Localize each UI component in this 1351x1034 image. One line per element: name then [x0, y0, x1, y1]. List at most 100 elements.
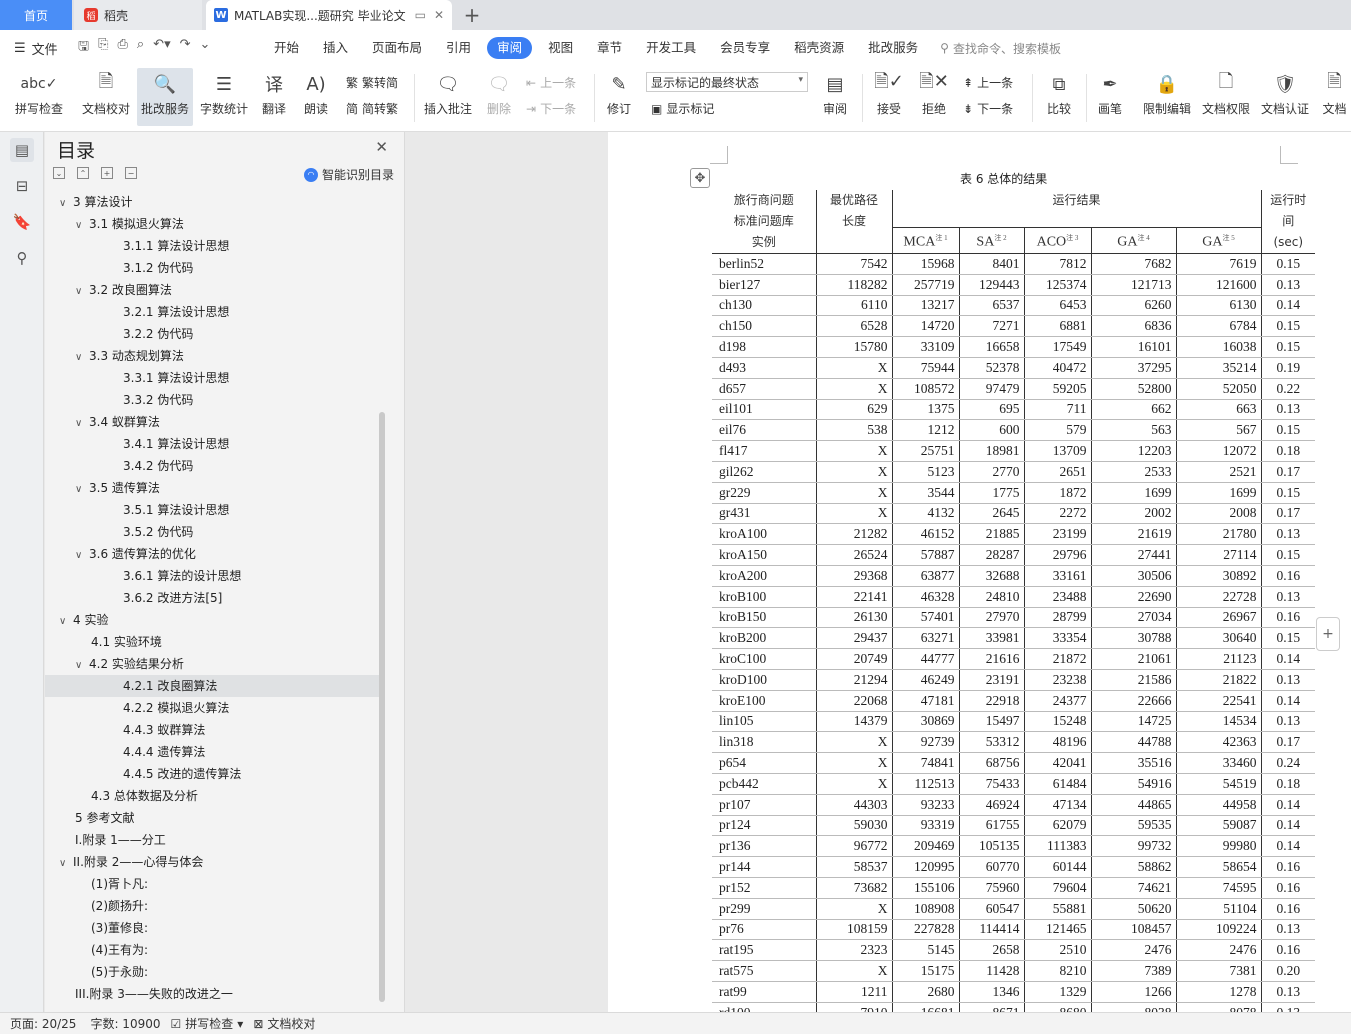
chevron-down-icon[interactable]: ∨ [75, 281, 89, 303]
toc-item[interactable]: III.附录 3——失败的改进之一 [45, 983, 380, 1005]
toc-item[interactable]: ∨ 3.1 模拟退火算法 [45, 213, 380, 235]
add-heading-icon[interactable]: + [101, 167, 113, 179]
toc-item[interactable]: 3.2.2 伪代码 [45, 323, 380, 345]
spell-check-button[interactable]: abc✓ 拼写检查 [8, 68, 70, 126]
toc-item[interactable]: 3.4.2 伪代码 [45, 455, 380, 477]
toc-item[interactable]: 4.4.5 改进的遗传算法 [45, 763, 380, 785]
save-icon[interactable]: 🖫 [78, 37, 89, 59]
reject-button[interactable]: 🗎✕ 拒绝 [914, 68, 954, 126]
find-icon[interactable]: ⚲ [10, 246, 34, 270]
delete-comment-button[interactable]: 🗨 删除 [479, 68, 519, 126]
chevron-down-icon[interactable]: ∨ [59, 611, 73, 633]
toc-item[interactable]: 3.2.1 算法设计思想 [45, 301, 380, 323]
document-page[interactable]: ✥ 表 6 总体的结果 旅行商问题 标准问题库 实例 最优路径 长度 运行结果 [608, 132, 1351, 1012]
toc-item[interactable]: ∨ 4 实验 [45, 609, 380, 631]
toc-item[interactable]: 3.3.2 伪代码 [45, 389, 380, 411]
toc-item[interactable]: 4.1 实验环境 [45, 631, 380, 653]
accept-button[interactable]: 🗎✓ 接受 [869, 68, 909, 126]
chevron-down-icon[interactable]: ∨ [59, 193, 73, 215]
menu-review[interactable]: 审阅 [487, 37, 533, 59]
tab-close-icon[interactable]: ✕ [434, 8, 444, 22]
chevron-down-icon[interactable]: ∨ [75, 347, 89, 369]
word-count-button[interactable]: ☰ 字数统计 [197, 68, 251, 126]
page-indicator[interactable]: 页面: 20/25 [0, 1015, 76, 1032]
revise-service-button[interactable]: 🔍 批改服务 [137, 68, 193, 126]
new-tab-button[interactable]: + [458, 0, 486, 30]
toc-item[interactable]: 4.4.3 蚁群算法 [45, 719, 380, 741]
status-spell-check[interactable]: ☑ 拼写检查 ▾ [161, 1015, 244, 1032]
file-menu[interactable]: ☰ 文件 [0, 39, 72, 58]
menu-developer[interactable]: 开发工具 [634, 37, 708, 59]
command-search[interactable]: ⚲ 查找命令、搜索模板 [940, 40, 1061, 57]
toc-item[interactable]: 3.5.2 伪代码 [45, 521, 380, 543]
toc-item[interactable]: (1)胥卜凡: [45, 873, 380, 895]
toc-item[interactable]: ∨ 3.6 遗传算法的优化 [45, 543, 380, 565]
bookmark-icon[interactable]: 🔖 [10, 210, 34, 234]
toc-item[interactable]: ∨ 3 算法设计 [45, 191, 380, 213]
track-changes-button[interactable]: ✎ 修订 [600, 68, 638, 126]
toc-item[interactable]: 3.4.1 算法设计思想 [45, 433, 380, 455]
toc-item[interactable]: (4)王有为: [45, 939, 380, 961]
tab-document[interactable]: W MATLAB实现...题研究 毕业论文 ▭ ✕ [206, 0, 452, 30]
toc-item[interactable]: 4.4.4 遗传算法 [45, 741, 380, 763]
toc-item[interactable]: 3.6.2 改进方法[5] [45, 587, 380, 609]
menu-start[interactable]: 开始 [262, 37, 311, 59]
doc-more-button[interactable]: 🗎 文档 [1318, 68, 1351, 126]
results-table[interactable]: 旅行商问题 标准问题库 实例 最优路径 长度 运行结果 运行时 间 (sec) [712, 190, 1315, 1012]
chevron-down-icon[interactable]: ∨ [75, 413, 89, 435]
chevron-down-icon[interactable]: ∨ [75, 479, 89, 501]
toc-item[interactable]: 4.3 总体数据及分析 [45, 785, 380, 807]
toc-item[interactable]: 4.2.2 模拟退火算法 [45, 697, 380, 719]
toc-item[interactable]: I.附录 1——分工 [45, 829, 380, 851]
doc-certify-button[interactable]: 🛡 文档认证 [1258, 68, 1312, 126]
chapter-nav-icon[interactable]: ⊟ [10, 174, 34, 198]
expand-up-icon[interactable]: ⌃ [77, 167, 89, 179]
tab-home[interactable]: 首页 [0, 0, 72, 30]
tab-pin-icon[interactable]: ▭ [415, 8, 426, 22]
doc-check-button[interactable]: 🗎 文档校对 [78, 68, 134, 126]
menu-daoke-resources[interactable]: 稻壳资源 [782, 37, 856, 59]
show-markup-button[interactable]: ▣ 显示标记 [651, 100, 714, 117]
toc-item[interactable]: 3.3.1 算法设计思想 [45, 367, 380, 389]
trad-to-simp-button[interactable]: 繁 繁转简 [346, 74, 398, 91]
menu-layout[interactable]: 页面布局 [360, 37, 434, 59]
status-doc-check[interactable]: ⊠ 文档校对 [243, 1015, 315, 1032]
toc-item[interactable]: ∨ 3.5 遗传算法 [45, 477, 380, 499]
prev-comment-button[interactable]: ⇤ 上一条 [526, 74, 576, 91]
toc-item[interactable]: ∨ 3.2 改良圈算法 [45, 279, 380, 301]
pen-button[interactable]: ✒ 画笔 [1092, 68, 1128, 126]
toc-item[interactable]: 5 参考文献 [45, 807, 380, 829]
next-change-button[interactable]: ⇟ 下一条 [963, 100, 1013, 117]
toc-item[interactable]: ∨ 3.3 动态规划算法 [45, 345, 380, 367]
print-icon[interactable]: ⎙ [117, 37, 127, 59]
chevron-down-icon[interactable]: ∨ [75, 215, 89, 237]
menu-revise-service[interactable]: 批改服务 [856, 37, 930, 59]
read-aloud-button[interactable]: A) 朗读 [298, 68, 334, 126]
add-comment-float-button[interactable]: + [1316, 617, 1340, 651]
remove-heading-icon[interactable]: − [125, 167, 137, 179]
collapse-all-icon[interactable]: ⌄ [53, 167, 65, 179]
toc-item[interactable]: 3.1.2 伪代码 [45, 257, 380, 279]
tab-daoke[interactable]: 稻 稻壳 [74, 0, 202, 30]
menu-member[interactable]: 会员专享 [708, 37, 782, 59]
toc-panel-icon[interactable]: ▤ [10, 138, 34, 162]
menu-view[interactable]: 视图 [536, 37, 585, 59]
doc-permission-button[interactable]: 🗋 文档权限 [1199, 68, 1253, 126]
toc-scrollbar[interactable] [379, 412, 385, 1002]
review-pane-button[interactable]: ▤ 审阅 [815, 68, 855, 126]
next-comment-button[interactable]: ⇥ 下一条 [526, 100, 576, 117]
undo-icon[interactable]: ↶▾ [153, 37, 170, 59]
toc-item[interactable]: (3)董修良: [45, 917, 380, 939]
menu-references[interactable]: 引用 [434, 37, 483, 59]
toc-item[interactable]: ∨ 4.2 实验结果分析 [45, 653, 380, 675]
export-pdf-icon[interactable]: ⎘ [98, 37, 108, 59]
markup-state-select[interactable]: 显示标记的最终状态 ▾ [646, 72, 808, 92]
chevron-down-icon[interactable]: ∨ [75, 655, 89, 677]
ai-detect-toc-button[interactable]: ◠ 智能识别目录 [303, 166, 394, 183]
toc-item[interactable]: ∨ II.附录 2——心得与体会 [45, 851, 380, 873]
chevron-down-icon[interactable]: ∨ [75, 545, 89, 567]
simp-to-trad-button[interactable]: 简 简转繁 [346, 100, 398, 117]
toc-item[interactable]: 3.6.1 算法的设计思想 [45, 565, 380, 587]
customize-toolbar-icon[interactable]: ⌄ [200, 37, 211, 59]
word-count-indicator[interactable]: 字数: 10900 [76, 1015, 160, 1032]
